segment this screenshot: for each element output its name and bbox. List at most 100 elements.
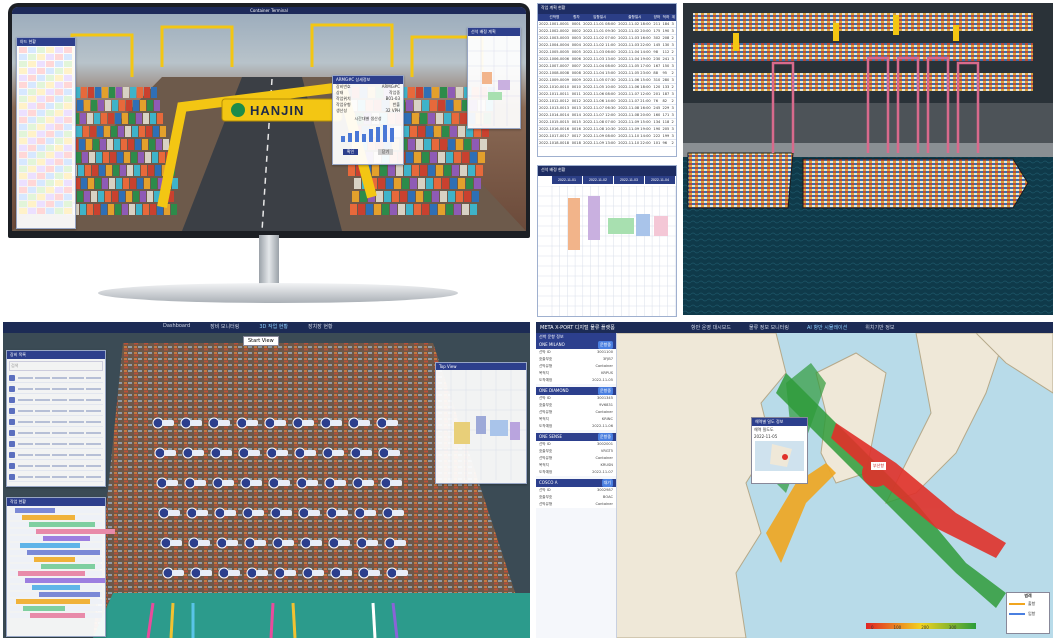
list-item-bar (69, 475, 84, 478)
vessel-card-row: 선박 ID 3002987 (536, 487, 616, 494)
list-item[interactable] (9, 373, 103, 383)
yard-grid-cell (64, 117, 72, 123)
container-stack (430, 100, 437, 111)
gantt-block[interactable] (636, 214, 650, 236)
table-cell: 2022-11-07 21:00 (617, 97, 653, 105)
table-row[interactable]: 2022-1017-0017 0017 2022-11-09 08:00 2022-1… (538, 132, 676, 140)
start-view-badge[interactable]: Start View (243, 336, 279, 346)
gantt-block[interactable] (588, 196, 600, 240)
yard-grid-cell (55, 180, 63, 186)
map-nav-item[interactable]: 위치기반 정보 (865, 324, 894, 331)
equipment-search-input[interactable]: 검색 (9, 361, 103, 371)
list-item[interactable] (9, 461, 103, 471)
yard-grid-cell (64, 82, 72, 88)
container-stack (95, 87, 101, 98)
list-item-bar (52, 453, 67, 456)
gantt-block[interactable] (568, 198, 580, 250)
yard-grid-cell (37, 110, 45, 116)
container-stack (408, 87, 415, 98)
terminal-tab[interactable]: Dashboard (163, 323, 190, 330)
work-status-row (10, 592, 102, 597)
yard-grid-cell (19, 61, 27, 67)
list-item[interactable] (9, 439, 103, 449)
container-stack (414, 100, 421, 111)
yard-grid-cell (28, 145, 36, 151)
popup-ok-button[interactable]: 확인 (342, 149, 359, 155)
vessel-card[interactable]: ONE MILANO 운항중 선박 ID 3001100 호출부호 3FJB7 선박유형 Co… (536, 341, 616, 384)
map-nav-item[interactable]: 항만 운영 대시보드 (691, 324, 731, 331)
container-stack (456, 191, 463, 202)
list-item-bar (69, 376, 84, 379)
terminal-tab[interactable]: 장치장 현황 (308, 323, 333, 330)
table-row[interactable]: 2022-1014-0014 0014 2022-11-07 12:00 2022-1… (538, 111, 676, 119)
list-item-bar (69, 420, 84, 423)
table-cell: 167 (652, 62, 662, 70)
vessel-info-sidebar: 선박 운항 정보 ONE MILANO 운항중 선박 ID 3001100 호출부호 3F… (536, 333, 617, 638)
table-row[interactable]: 2022-1005-0005 0005 2022-11-03 06:00 2022-1… (538, 48, 676, 56)
work-status-panel: 작업 현황 (6, 497, 115, 637)
table-cell: 2022-1007-0007 (538, 62, 571, 70)
table-row[interactable]: 2022-1012-0012 0012 2022-11-06 14:00 2022-1… (538, 97, 676, 105)
table-cell: 2022-11-07 12:00 (617, 90, 653, 98)
yard-grid-cell (28, 89, 36, 95)
crane-icon (9, 451, 15, 458)
container-stack (466, 178, 473, 189)
popup-close-button[interactable]: 닫기 (377, 149, 394, 155)
table-row[interactable]: 2022-1004-0004 0004 2022-11-02 11:00 2022-1… (538, 41, 676, 49)
container-stack (456, 87, 463, 98)
list-item[interactable] (9, 384, 103, 394)
vessel-card[interactable]: ONE SENSE 운항중 선박 ID 3002001 호출부호 VRGT5 선박유형 Con… (536, 433, 616, 476)
gantt-block[interactable] (608, 218, 634, 234)
list-item[interactable] (9, 428, 103, 438)
table-row[interactable]: 2022-1002-0002 0002 2022-11-01 09:30 2022-1… (538, 27, 676, 35)
table-row[interactable]: 2022-1013-0013 0013 2022-11-07 06:30 2022-1… (538, 104, 676, 112)
gantt-block[interactable] (654, 216, 668, 236)
list-item[interactable] (9, 395, 103, 405)
table-cell: 2022-11-02 20:00 (617, 27, 653, 35)
table-row[interactable]: 2022-1008-0008 0008 2022-11-04 15:00 2022-1… (538, 69, 676, 77)
table-row[interactable]: 2022-1009-0009 0009 2022-11-05 07:30 2022-1… (538, 76, 676, 84)
table-cell: 0009 (570, 76, 583, 84)
table-row[interactable]: 2022-1010-0010 0010 2022-11-05 10:00 2022-1… (538, 83, 676, 91)
yard-grid-cell (64, 159, 72, 165)
list-item[interactable] (9, 472, 103, 482)
table-row[interactable]: 2022-1018-0018 0018 2022-11-09 13:00 2022-1… (538, 139, 676, 147)
container-stack (141, 165, 147, 176)
yard-grid-cell (37, 47, 45, 53)
yard-grid-cell (37, 208, 45, 214)
yard-grid-cell (19, 117, 27, 123)
table-cell: 2022-11-05 23:00 (617, 69, 653, 77)
container-stack (412, 113, 419, 124)
container-stack (140, 191, 146, 202)
table-cell: 2022-1011-0011 (538, 90, 571, 98)
map-nav-item[interactable]: 물류 정보 모니터링 (749, 324, 789, 331)
table-cell: 120 (652, 83, 662, 91)
container-stack (384, 191, 391, 202)
container-stack (131, 152, 137, 163)
terminal-tab[interactable]: 3D 작업 현황 (259, 323, 288, 330)
map-nav-item[interactable]: AI 항만 시뮬레이션 (807, 324, 847, 331)
list-item[interactable] (9, 450, 103, 460)
table-row[interactable]: 2022-1003-0003 0003 2022-11-02 07:00 2022-1… (538, 34, 676, 42)
table-row[interactable]: 2022-1007-0007 0007 2022-11-04 08:00 2022-1… (538, 62, 676, 70)
density-mini-map (755, 441, 804, 471)
table-row[interactable]: 2022-1011-0011 0011 2022-11-06 08:00 2022-1… (538, 90, 676, 98)
yard-grid-cell (37, 173, 45, 179)
container-stack (430, 204, 437, 215)
list-item[interactable] (9, 417, 103, 427)
vessel-card[interactable]: ONE DIAMOND 운항중 선박 ID 3001345 호출부호 9V6831 선박유형… (536, 387, 616, 430)
yard-grid-cell (46, 173, 54, 179)
work-status-row (10, 515, 102, 520)
yard-grid-cell (64, 152, 72, 158)
hanjin-logo: HANJIN (250, 103, 305, 118)
container-stack (118, 126, 124, 137)
table-row[interactable]: 2022-1016-0016 0016 2022-11-08 10:30 2022-1… (538, 125, 676, 133)
terminal-tab[interactable]: 장비 모니터링 (210, 323, 239, 330)
list-item-bar (18, 398, 33, 401)
list-item[interactable] (9, 406, 103, 416)
table-row[interactable]: 2022-1015-0015 0015 2022-11-08 07:00 2022-1… (538, 118, 676, 126)
vessel-card[interactable]: COSCO A 대기 선박 ID 3002987 호출부호 BOAC 선박유형 Contain… (536, 479, 616, 508)
yard-grid-cell (46, 96, 54, 102)
table-row[interactable]: 2022-1006-0006 0006 2022-11-03 13:00 2022-1… (538, 55, 676, 63)
table-cell: 3 (670, 132, 676, 140)
